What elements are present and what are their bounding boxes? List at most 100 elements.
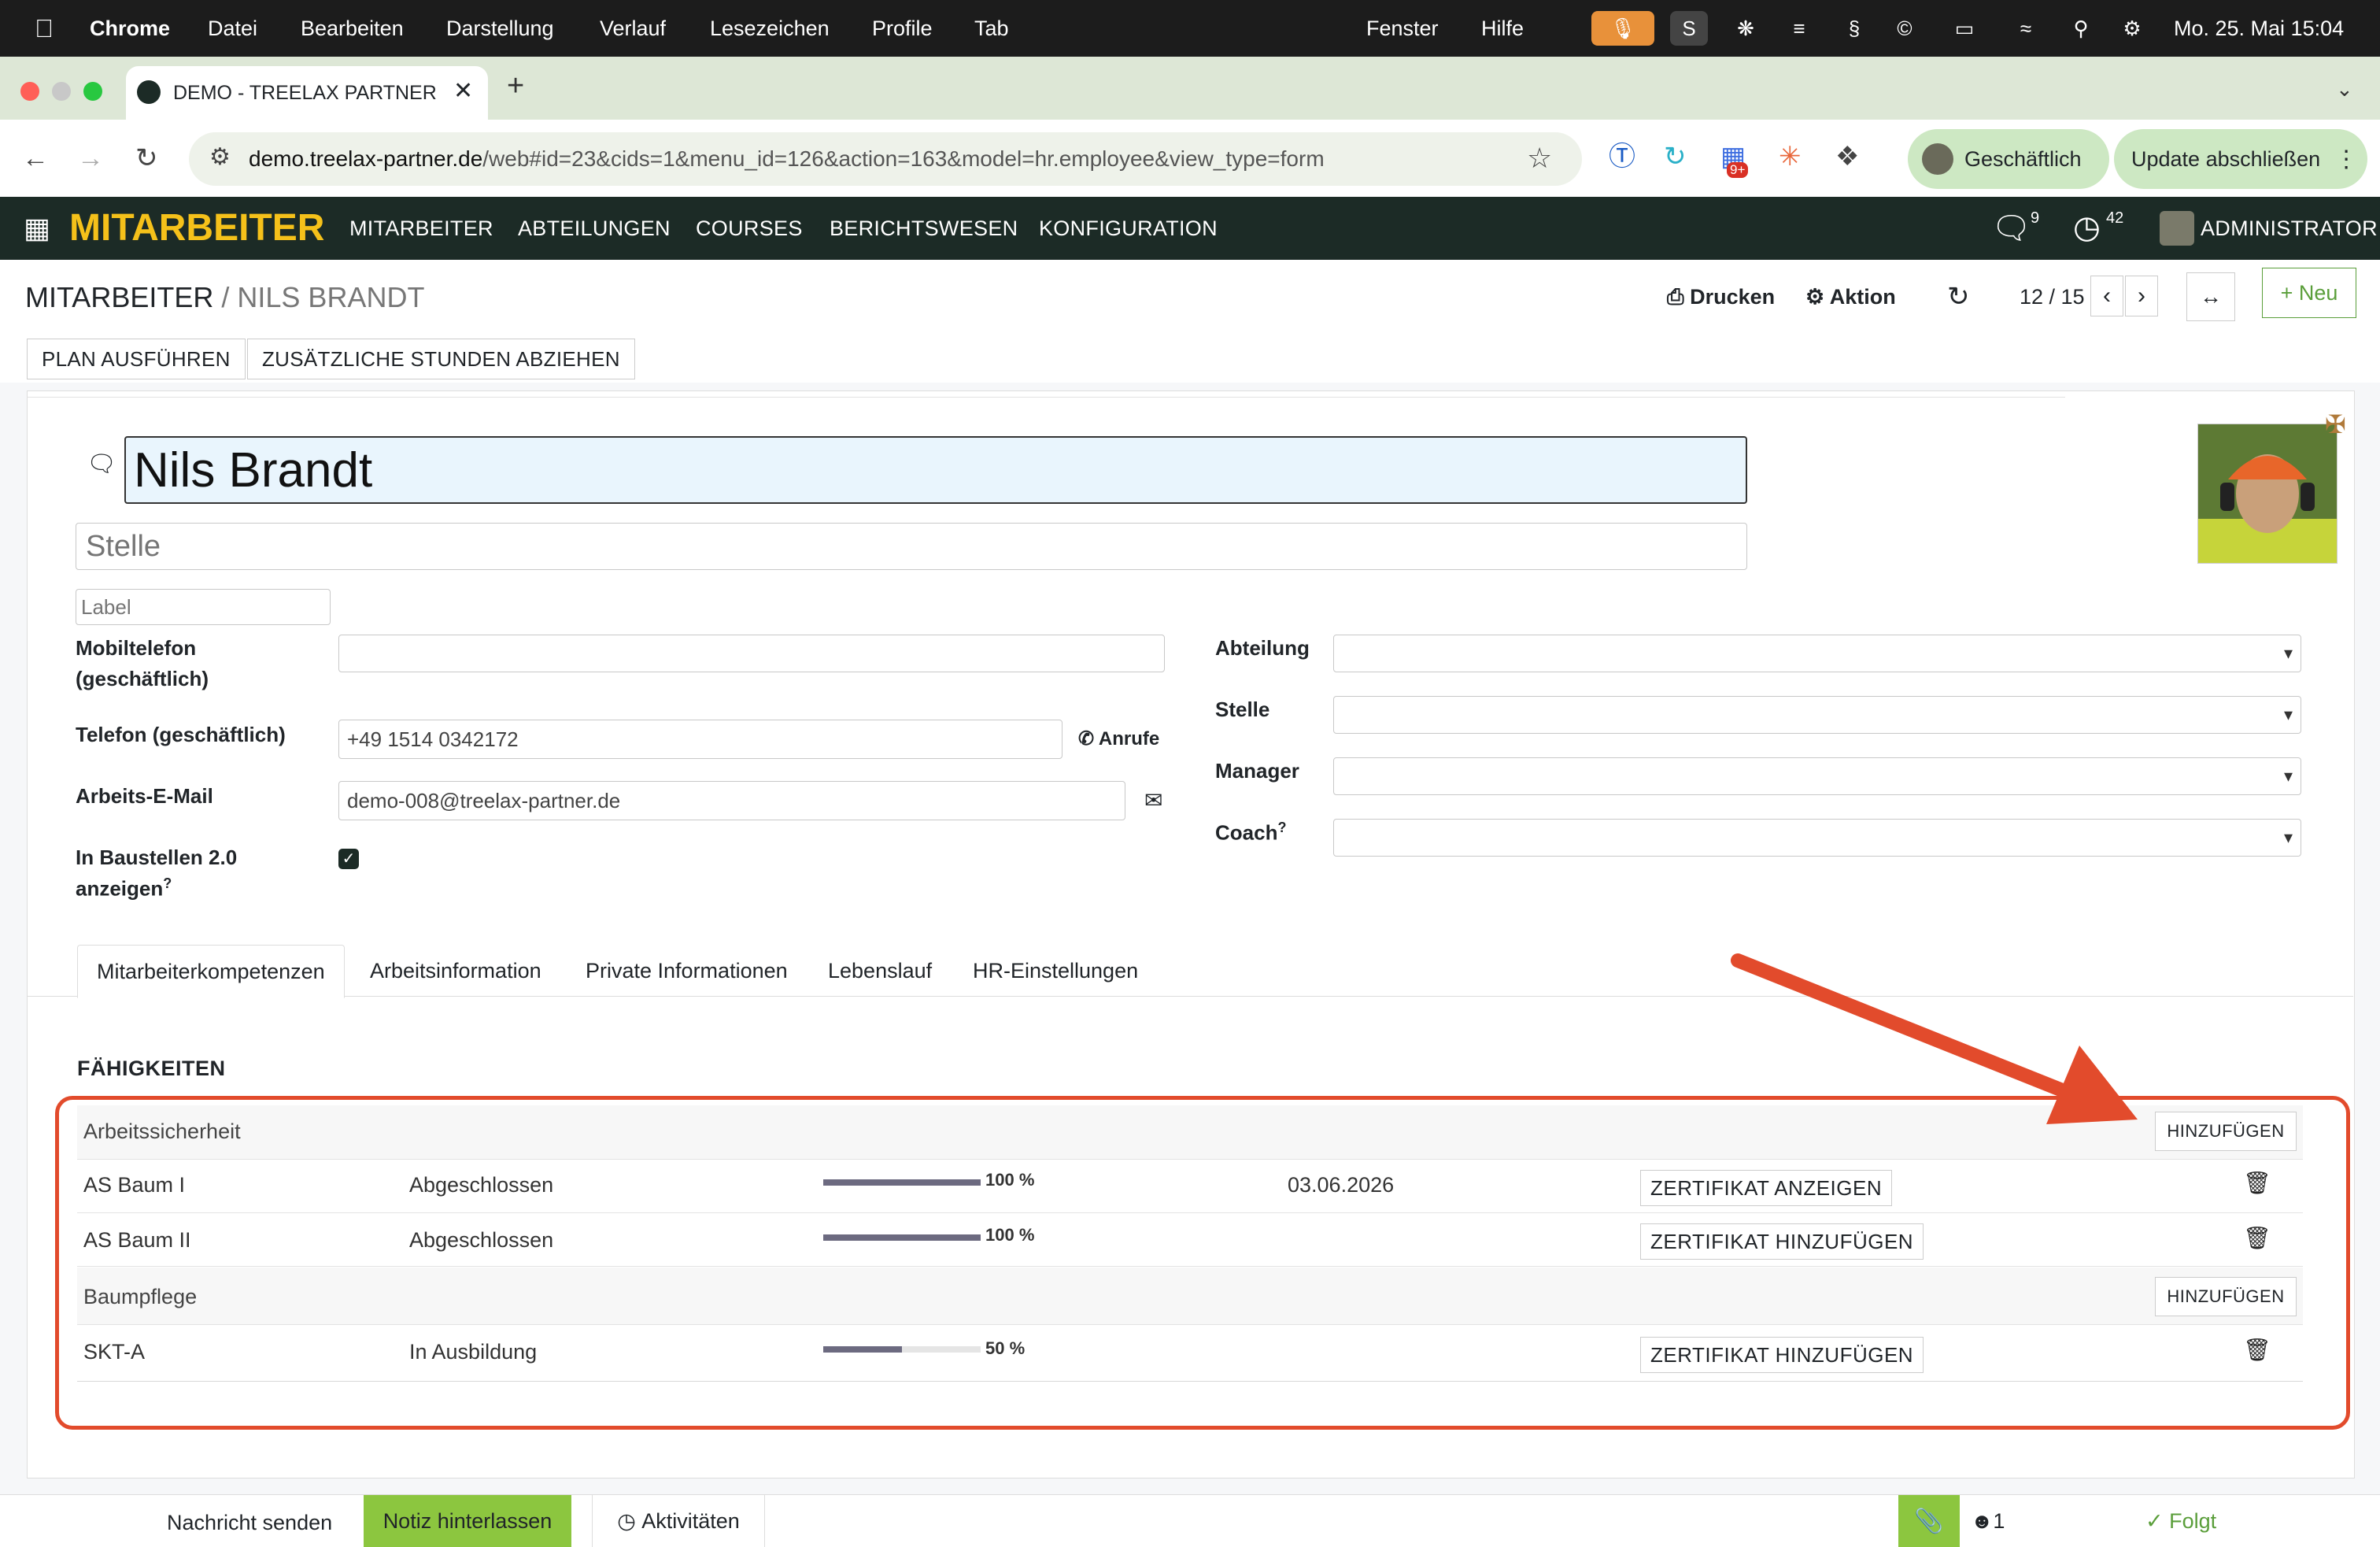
expand-width-icon[interactable]: ↔ xyxy=(2186,272,2235,321)
app-title[interactable]: MITARBEITER xyxy=(69,197,324,260)
tab-close-icon[interactable]: ✕ xyxy=(453,77,473,105)
apple-icon[interactable]:  xyxy=(35,0,54,57)
stelle-select[interactable] xyxy=(1333,696,2301,734)
tab-hr-einstellungen[interactable]: HR-Einstellungen xyxy=(954,945,1157,997)
chat-icon[interactable]: 🗨 xyxy=(87,450,116,478)
envelope-icon[interactable]: ✉ xyxy=(1144,787,1162,813)
control-center-icon[interactable]: ⚙ xyxy=(2112,11,2152,46)
nav-mitarbeiter[interactable]: MITARBEITER xyxy=(349,197,493,260)
tray-grammar-icon[interactable]: § xyxy=(1839,11,1870,46)
nav-berichtswesen[interactable]: BERICHTSWESEN xyxy=(830,197,1018,260)
employee-name-field[interactable]: Nils Brandt xyxy=(124,436,1747,504)
check-icon: ✓ xyxy=(2145,1509,2170,1533)
manager-label: Manager xyxy=(1215,759,1299,783)
coach-help-icon[interactable]: ? xyxy=(1277,820,1286,835)
tab-mitarbeiterkompetenzen[interactable]: Mitarbeiterkompetenzen xyxy=(77,945,345,998)
breadcrumb: MITARBEITER / NILS BRANDT xyxy=(25,283,424,312)
call-button[interactable]: ✆ Anrufe xyxy=(1078,727,1159,750)
address-bar[interactable]: ⚙ demo.treelax-partner.de/web#id=23&cids… xyxy=(189,132,1582,186)
pager-value[interactable]: 12 / 15 xyxy=(2020,287,2085,308)
print-label: Drucken xyxy=(1690,285,1776,309)
job-title-field[interactable] xyxy=(76,523,1747,570)
nav-konfiguration[interactable]: KONFIGURATION xyxy=(1039,197,1218,260)
tab-arbeitsinformation[interactable]: Arbeitsinformation xyxy=(351,945,560,997)
menu-datei[interactable]: Datei xyxy=(208,0,257,57)
employee-photo[interactable] xyxy=(2197,424,2338,564)
log-note-button[interactable]: Notiz hinterlassen xyxy=(364,1495,571,1547)
window-zoom-button[interactable] xyxy=(83,82,102,101)
menu-verlauf[interactable]: Verlauf xyxy=(600,0,666,57)
phone-field[interactable]: +49 1514 0342172 xyxy=(338,720,1062,759)
site-info-icon[interactable]: ⚙ xyxy=(209,143,231,171)
tray-stack-icon[interactable]: ≡ xyxy=(1782,11,1816,46)
follow-button[interactable]: ✓ Folgt xyxy=(2145,1509,2216,1534)
menu-bearbeiten[interactable]: Bearbeiten xyxy=(301,0,404,57)
email-field[interactable]: demo-008@treelax-partner.de xyxy=(338,781,1125,820)
tray-s-icon[interactable]: S xyxy=(1670,11,1708,46)
menu-darstellung[interactable]: Darstellung xyxy=(446,0,554,57)
baustellen-checkbox[interactable]: ✓ xyxy=(338,849,359,869)
manager-select[interactable] xyxy=(1333,757,2301,795)
menu-tab[interactable]: Tab xyxy=(974,0,1009,57)
app-grid-icon[interactable]: ▦ xyxy=(24,213,50,244)
nav-courses[interactable]: COURSES xyxy=(696,197,803,260)
browser-menu-icon[interactable]: ⋮ xyxy=(2334,146,2358,173)
stelle-label: Stelle xyxy=(1215,698,1270,721)
password-manager-icon[interactable]: Ⓣ xyxy=(1609,143,1635,170)
pager-next-button[interactable]: › xyxy=(2125,276,2158,316)
tab-private-informationen[interactable]: Private Informationen xyxy=(567,945,807,997)
attachment-paperclip-icon[interactable]: 📎 xyxy=(1898,1495,1960,1547)
coach-select[interactable] xyxy=(1333,819,2301,857)
plan-ausfuehren-button[interactable]: PLAN AUSFÜHREN xyxy=(27,339,246,379)
zusaetzliche-stunden-button[interactable]: ZUSÄTZLICHE STUNDEN ABZIEHEN xyxy=(247,339,635,379)
tray-c-icon[interactable]: © xyxy=(1887,11,1922,46)
microphone-icon[interactable]: 🎙 xyxy=(1591,11,1654,46)
tab-lebenslauf[interactable]: Lebenslauf xyxy=(809,945,951,997)
call-label: Anrufe xyxy=(1098,728,1160,749)
baustellen-help-icon[interactable]: ? xyxy=(163,875,172,891)
nav-abteilungen[interactable]: ABTEILUNGEN xyxy=(518,197,671,260)
window-minimize-button[interactable] xyxy=(52,82,71,101)
menu-fenster[interactable]: Fenster xyxy=(1366,0,1439,57)
battery-icon[interactable]: ▭ xyxy=(1941,11,1988,46)
window-close-button[interactable] xyxy=(20,82,39,101)
abteilung-select[interactable] xyxy=(1333,635,2301,672)
menu-hilfe[interactable]: Hilfe xyxy=(1481,0,1524,57)
label-field[interactable] xyxy=(76,589,331,625)
profile-button[interactable]: Geschäftlich xyxy=(1908,129,2109,189)
claude-extension-icon[interactable]: ✳ xyxy=(1779,143,1802,170)
sync-extension-icon[interactable]: ↻ xyxy=(1664,143,1687,170)
tab-search-chevron-icon[interactable]: ⌄ xyxy=(2336,77,2353,102)
mobile-field[interactable] xyxy=(338,635,1165,672)
pager-previous-button[interactable]: ‹ xyxy=(2090,276,2123,316)
followers-button[interactable]: ☻1 xyxy=(1971,1509,2005,1534)
new-record-button[interactable]: + Neu xyxy=(2262,268,2356,318)
menu-profile[interactable]: Profile xyxy=(872,0,933,57)
reload-icon[interactable]: ↻ xyxy=(135,145,158,172)
update-button[interactable]: Update abschließen ⋮ xyxy=(2114,129,2367,189)
wifi-icon[interactable]: ≈ xyxy=(2009,11,2043,46)
menu-lesezeichen[interactable]: Lesezeichen xyxy=(710,0,830,57)
menu-app-name[interactable]: Chrome xyxy=(90,0,170,57)
spotlight-icon[interactable]: ⚲ xyxy=(2065,11,2097,46)
user-menu[interactable]: ADMINISTRATOR xyxy=(2201,197,2378,260)
activities-clock-icon[interactable]: ◷ xyxy=(2073,209,2101,246)
new-tab-button[interactable]: + xyxy=(507,69,524,103)
send-message-button[interactable]: Nachricht senden xyxy=(167,1511,332,1535)
bookmark-star-icon[interactable]: ☆ xyxy=(1527,142,1552,175)
extensions-puzzle-icon[interactable]: ❖ xyxy=(1835,143,1859,170)
url-text[interactable]: demo.treelax-partner.de/web#id=23&cids=1… xyxy=(249,146,1325,172)
tray-snowflake-icon[interactable]: ❋ xyxy=(1728,11,1763,46)
print-button[interactable]: ⎙ Drucken xyxy=(1667,287,1775,308)
activities-button[interactable]: ◷ Aktivitäten xyxy=(592,1495,765,1547)
activity-clock-icon: ◷ xyxy=(617,1508,642,1533)
clock[interactable]: Mo. 25. Mai 15:04 xyxy=(2174,0,2344,57)
back-icon[interactable]: ← xyxy=(22,145,49,172)
browser-tab[interactable]: DEMO - TREELAX PARTNER - ✕ xyxy=(126,66,488,120)
breadcrumb-parent[interactable]: MITARBEITER xyxy=(25,281,213,313)
forward-icon[interactable]: → xyxy=(77,145,104,172)
photo-edit-icon[interactable]: ✠ xyxy=(2325,409,2346,439)
reload-record-icon[interactable]: ↻ xyxy=(1947,283,1970,310)
action-button[interactable]: ⚙ Aktion xyxy=(1805,287,1896,308)
user-avatar[interactable] xyxy=(2160,211,2194,246)
